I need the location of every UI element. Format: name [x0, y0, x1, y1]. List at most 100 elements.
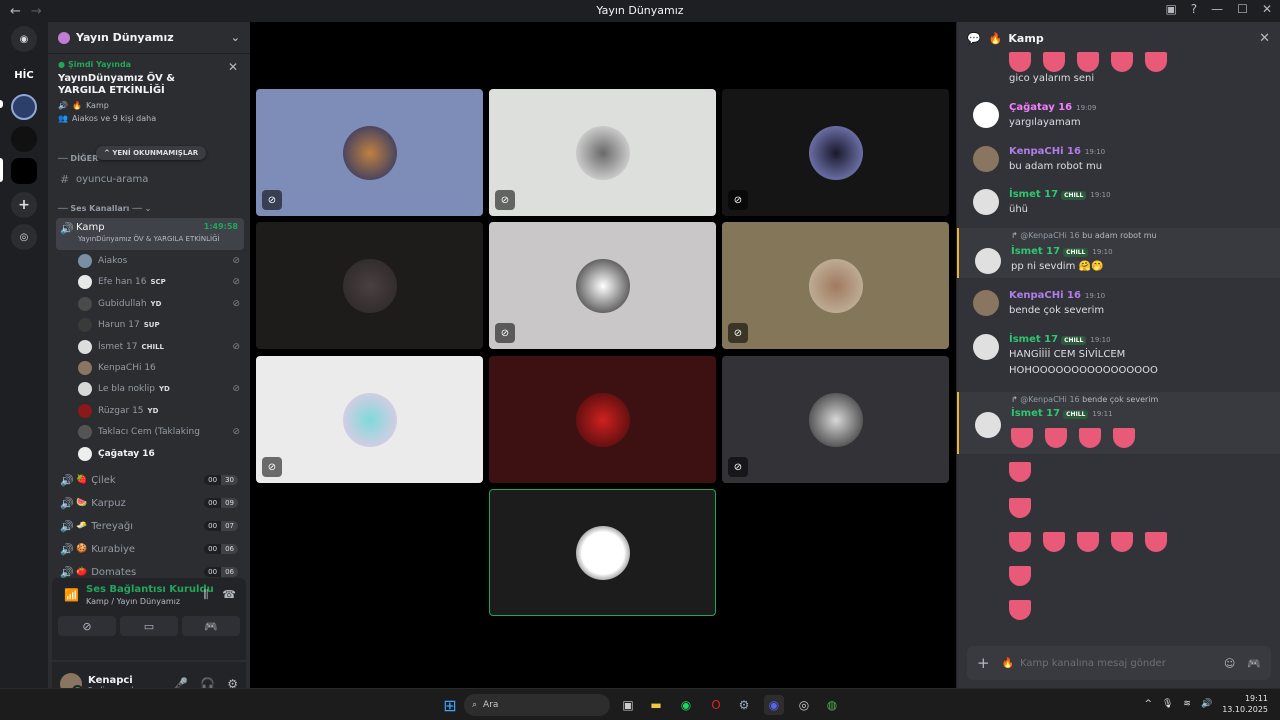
discord-icon[interactable]: ◉	[764, 695, 784, 715]
message-input[interactable]: + 🔥 Kamp kanalına mesaj gönder ☺ 🎮	[967, 646, 1271, 680]
author-name[interactable]: İsmet 17 CHILL 19:10	[1009, 334, 1111, 345]
maximize-button[interactable]: ☐	[1237, 2, 1248, 16]
server-hic[interactable]: HİC	[11, 62, 37, 88]
chevron-up-icon[interactable]: ^	[1144, 699, 1152, 709]
taskbar-search[interactable]: ⌕ Ara	[464, 694, 610, 716]
gamepad-icon[interactable]: 🎮	[1247, 657, 1261, 670]
author-name[interactable]: KenpaCHi 16 19:10	[1009, 290, 1105, 301]
back-icon[interactable]: ←	[10, 4, 21, 19]
participant-tile[interactable]	[256, 222, 483, 349]
emoji-row	[1009, 498, 1043, 521]
avatar[interactable]	[973, 334, 999, 360]
avatar[interactable]	[973, 290, 999, 316]
channel-emoji-icon: 🍓	[76, 475, 88, 485]
mic-icon[interactable]: 🎙	[1162, 699, 1173, 709]
voice-member[interactable]: Rüzgar 15 YD	[78, 401, 244, 421]
app-icon[interactable]: ◎	[794, 695, 814, 715]
author-name[interactable]: İsmet 17 CHILL 19:10	[1009, 189, 1111, 200]
steam-icon[interactable]: ⚙	[734, 695, 754, 715]
voice-channel-active[interactable]: 🔊 Kamp 1:49:58 YayınDünyamız ÖV & YARGIL…	[56, 218, 244, 250]
category-voice[interactable]: ── Ses Kanalları ── ⌄	[58, 204, 151, 213]
help-icon[interactable]: ?	[1191, 2, 1197, 16]
avatar[interactable]	[973, 146, 999, 172]
text-channel[interactable]: # oyuncu-arama	[56, 169, 244, 189]
author-name[interactable]: Çağatay 16 19:09	[1009, 102, 1096, 113]
message-text: yargılayamam	[1009, 117, 1081, 128]
member-tag: SUP	[143, 321, 160, 330]
avatar[interactable]	[975, 412, 1001, 438]
server-header[interactable]: Yayın Dünyamız ⌄	[48, 22, 250, 54]
voice-member[interactable]: Aiakos ⊘	[78, 251, 244, 271]
avatar[interactable]	[973, 102, 999, 128]
reply-preview[interactable]: ↱ @KenpaCHi 16 bu adam robot mu	[1011, 231, 1157, 240]
voice-member[interactable]: Çağatay 16	[78, 444, 244, 464]
chrome-icon[interactable]: ◍	[822, 695, 842, 715]
inbox-icon[interactable]: ▣	[1165, 2, 1176, 16]
close-icon[interactable]: ✕	[1259, 31, 1270, 46]
camera-off-button[interactable]: ⊘	[58, 616, 116, 636]
minimize-button[interactable]: —	[1211, 2, 1223, 16]
task-view-icon[interactable]: ▣	[618, 695, 638, 715]
author-name[interactable]: İsmet 17 CHILL 19:10	[1011, 246, 1113, 257]
voice-member[interactable]: Efe han 16 SCP ⊘	[78, 272, 244, 292]
voice-channel[interactable]: 🔊 🍪 Kurabiye 00 06	[56, 539, 244, 559]
avatar	[78, 339, 92, 354]
forward-icon[interactable]: →	[31, 4, 42, 19]
disconnect-icon[interactable]: ☎	[222, 588, 236, 602]
participant-tile[interactable]	[489, 356, 716, 483]
participant-tile[interactable]: ⊘	[256, 356, 483, 483]
server-icon[interactable]	[11, 126, 37, 152]
live-event-card[interactable]: Şimdi Yayında YayınDünyamız ÖV & YARGILA…	[52, 56, 246, 138]
wifi-icon[interactable]: ≋	[1183, 699, 1191, 709]
author-name[interactable]: İsmet 17 CHILL 19:11	[1011, 408, 1113, 419]
server-icon-active[interactable]	[11, 158, 37, 184]
voice-channel[interactable]: 🔊 🧈 Tereyağı 00 07	[56, 516, 244, 536]
opera-icon[interactable]: O	[706, 695, 726, 715]
volume-icon[interactable]: 🔊	[1201, 699, 1212, 709]
explore-icon[interactable]: ◎	[11, 224, 37, 250]
user-name: Kenapci	[88, 674, 133, 686]
avatar	[575, 125, 630, 180]
screen-share-button[interactable]: ▭	[120, 616, 178, 636]
participant-tile[interactable]: ⊘	[256, 89, 483, 216]
participant-tile[interactable]: ⊘	[722, 222, 949, 349]
add-server-icon[interactable]: +	[11, 192, 37, 218]
category-other[interactable]: ── DİĞER	[58, 154, 98, 163]
participant-tile[interactable]: ⊘	[489, 89, 716, 216]
avatar[interactable]	[973, 189, 999, 215]
participant-tile[interactable]: ⊘	[489, 222, 716, 349]
discord-home-icon[interactable]: ◉	[11, 26, 37, 52]
voice-member[interactable]: Gubidullah YD ⊘	[78, 294, 244, 314]
close-button[interactable]: ✕	[1262, 2, 1272, 16]
file-explorer-icon[interactable]: ▬	[646, 695, 666, 715]
voice-channel[interactable]: 🔊 🍉 Karpuz 00 09	[56, 493, 244, 513]
voice-member[interactable]: İsmet 17 CHILL ⊘	[78, 337, 244, 357]
signal-icon: 📶	[64, 588, 79, 602]
clock-time: 19:11	[1244, 694, 1268, 703]
add-attachment-icon[interactable]: +	[977, 654, 990, 672]
spotify-icon[interactable]: ◉	[676, 695, 696, 715]
voice-member[interactable]: Taklacı Cem (Taklaking ⊘	[78, 422, 244, 442]
message-text: gico yalarım seni	[1009, 73, 1095, 84]
reply-preview[interactable]: ↱ @KenpaCHi 16 bende çok severim	[1011, 395, 1158, 404]
avatar[interactable]	[975, 248, 1001, 274]
search-icon: ⌕	[472, 700, 478, 710]
voice-channel[interactable]: 🔊 🍓 Çilek 00 30	[56, 470, 244, 490]
emoji-icon[interactable]: ☺	[1224, 657, 1235, 670]
noise-icon[interactable]: ⫼	[203, 588, 208, 602]
participant-tile[interactable]: ⊘	[722, 89, 949, 216]
mic-muted-icon: ⊘	[728, 323, 748, 343]
chevron-down-icon[interactable]: ⌄	[231, 31, 240, 44]
voice-member[interactable]: Harun 17 SUP	[78, 315, 244, 335]
server-icon[interactable]	[11, 94, 37, 120]
voice-member[interactable]: Le bla noklip YD ⊘	[78, 379, 244, 399]
author-name[interactable]: KenpaCHi 16 19:10	[1009, 146, 1105, 157]
participant-tile[interactable]: ⊘	[722, 356, 949, 483]
voice-member[interactable]: KenpaCHi 16	[78, 358, 244, 378]
participant-tile-speaking[interactable]	[489, 489, 716, 616]
windows-start-icon[interactable]: ⊞	[440, 695, 460, 715]
clock[interactable]: 19:11 13.10.2025	[1222, 693, 1268, 715]
close-icon[interactable]: ✕	[228, 60, 238, 74]
unread-badge[interactable]: ^ YENİ OKUNMAMIŞLAR	[96, 146, 207, 160]
activity-button[interactable]: 🎮	[182, 616, 240, 636]
